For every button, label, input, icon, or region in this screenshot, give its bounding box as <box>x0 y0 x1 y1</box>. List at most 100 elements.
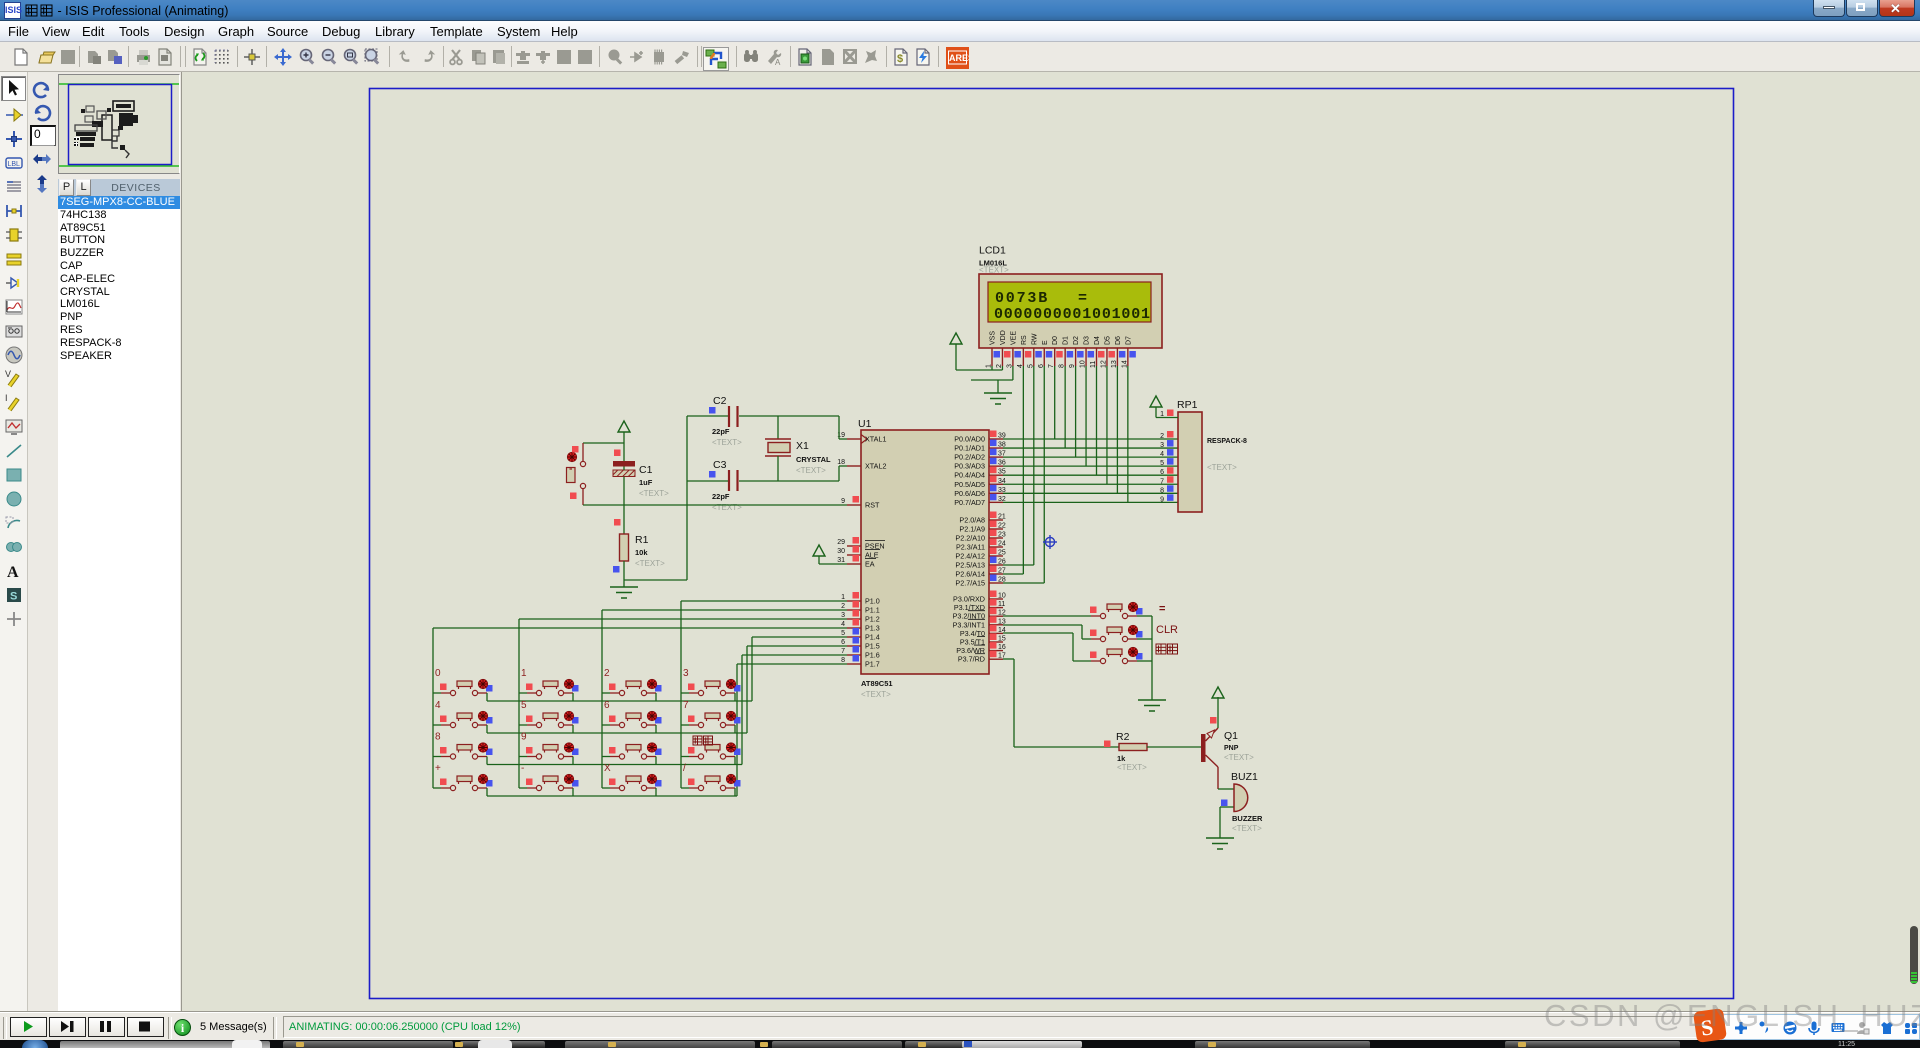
svg-text:32: 32 <box>998 496 1006 503</box>
svg-text:1: 1 <box>841 594 845 601</box>
svg-text:C1: C1 <box>639 464 653 476</box>
svg-text:P1.1: P1.1 <box>865 606 880 615</box>
svg-text:<TEXT>: <TEXT> <box>1224 753 1254 762</box>
svg-text:9: 9 <box>521 732 527 743</box>
svg-text:0073B: 0073B <box>995 290 1049 307</box>
svg-text:15: 15 <box>998 636 1006 643</box>
svg-text:8: 8 <box>841 657 845 664</box>
svg-text:2: 2 <box>1160 433 1164 440</box>
svg-text:D3: D3 <box>1084 336 1091 345</box>
svg-text:C3: C3 <box>713 459 727 471</box>
svg-text:3: 3 <box>1160 442 1164 449</box>
svg-text:P2.3/A11: P2.3/A11 <box>956 543 985 552</box>
svg-text:V: V <box>5 369 11 379</box>
svg-text:P2.4/A12: P2.4/A12 <box>955 552 985 561</box>
svg-text:RW: RW <box>1031 333 1038 345</box>
svg-text:P0.6/AD6: P0.6/AD6 <box>954 489 985 498</box>
svg-text:X1: X1 <box>796 440 809 452</box>
svg-text:1k: 1k <box>1117 754 1126 763</box>
svg-text:36: 36 <box>998 460 1006 467</box>
svg-text:<TEXT>: <TEXT> <box>979 266 1009 275</box>
svg-text:<TEXT>: <TEXT> <box>639 489 669 498</box>
svg-text:<TEXT>: <TEXT> <box>712 438 742 447</box>
svg-text:<TEXT>: <TEXT> <box>796 466 826 475</box>
svg-text:D1: D1 <box>1063 336 1070 345</box>
svg-text:CRYSTAL: CRYSTAL <box>796 455 831 464</box>
svg-text:D7: D7 <box>1125 336 1132 345</box>
svg-text:P1.3: P1.3 <box>865 624 880 633</box>
svg-text:35: 35 <box>998 469 1006 476</box>
svg-text:BUZ1: BUZ1 <box>1231 771 1258 783</box>
svg-text:XTAL2: XTAL2 <box>865 462 886 471</box>
svg-text:22pF: 22pF <box>712 492 730 501</box>
svg-text:R2: R2 <box>1116 731 1130 743</box>
svg-text:9: 9 <box>1160 496 1164 503</box>
svg-text:39: 39 <box>998 433 1006 440</box>
svg-text:A: A <box>7 564 19 581</box>
svg-text:<TEXT>: <TEXT> <box>635 559 665 568</box>
svg-text:P2.1/A9: P2.1/A9 <box>959 525 985 534</box>
svg-text:P0.1/AD1: P0.1/AD1 <box>954 444 985 453</box>
svg-text:13: 13 <box>998 618 1006 625</box>
svg-text:P1.2: P1.2 <box>865 615 880 624</box>
svg-text:-: - <box>521 763 524 774</box>
svg-text:PNP: PNP <box>1224 745 1239 752</box>
svg-text:30: 30 <box>837 548 845 555</box>
svg-text:P1.0: P1.0 <box>865 597 880 606</box>
svg-text:D4: D4 <box>1094 336 1101 345</box>
svg-text:23: 23 <box>998 532 1006 539</box>
svg-text:=: = <box>1159 603 1165 615</box>
svg-text:P2.5/A13: P2.5/A13 <box>955 561 985 570</box>
svg-text:7: 7 <box>1160 478 1164 485</box>
svg-text:<TEXT>: <TEXT> <box>1117 763 1147 772</box>
svg-text:8: 8 <box>435 732 441 743</box>
svg-text:27: 27 <box>998 568 1006 575</box>
svg-text:4: 4 <box>1160 451 1164 458</box>
svg-text:34: 34 <box>998 478 1006 485</box>
svg-text:24: 24 <box>998 541 1006 548</box>
svg-text:VSS: VSS <box>990 331 997 345</box>
svg-text:/: / <box>683 763 686 774</box>
svg-text:5: 5 <box>841 630 845 637</box>
svg-text:5: 5 <box>1160 460 1164 467</box>
svg-text:C2: C2 <box>713 395 727 407</box>
svg-text:Q1: Q1 <box>1224 730 1238 742</box>
svg-text:22: 22 <box>998 523 1006 530</box>
svg-text:3: 3 <box>683 668 689 679</box>
svg-text:P0.2/AD2: P0.2/AD2 <box>954 453 985 462</box>
svg-text:=: = <box>1078 290 1087 307</box>
svg-text:I: I <box>5 393 8 403</box>
svg-text:E: E <box>1042 340 1049 345</box>
svg-text:33: 33 <box>998 487 1006 494</box>
svg-text:EA: EA <box>865 560 875 569</box>
svg-text:P2.6/A14: P2.6/A14 <box>955 570 985 579</box>
svg-text:37: 37 <box>998 451 1006 458</box>
svg-text:11: 11 <box>998 601 1005 608</box>
svg-text:29: 29 <box>837 539 845 546</box>
svg-text:CLR: CLR <box>1156 624 1178 636</box>
svg-text:P0.3/AD3: P0.3/AD3 <box>954 462 985 471</box>
svg-text:28: 28 <box>998 577 1006 584</box>
svg-text:16: 16 <box>998 644 1006 651</box>
svg-text:4: 4 <box>435 700 441 711</box>
svg-text:VDD: VDD <box>1000 330 1007 345</box>
svg-text:P2.7/A15: P2.7/A15 <box>955 579 985 588</box>
svg-text:A: A <box>775 58 781 67</box>
svg-text:<TEXT>: <TEXT> <box>1232 824 1262 833</box>
svg-text:18: 18 <box>837 459 845 466</box>
svg-text:P0.4/AD4: P0.4/AD4 <box>954 471 985 480</box>
svg-text:25: 25 <box>998 550 1006 557</box>
svg-text:X: X <box>604 763 611 774</box>
svg-text:2: 2 <box>604 668 610 679</box>
svg-text:P2.0/A8: P2.0/A8 <box>959 516 985 525</box>
svg-text:BUZZER: BUZZER <box>1232 814 1263 823</box>
svg-text:LCD1: LCD1 <box>979 245 1006 257</box>
svg-text:P1.6: P1.6 <box>865 651 880 660</box>
svg-text:P1.4: P1.4 <box>865 633 880 642</box>
svg-text:P2.2/A10: P2.2/A10 <box>955 534 985 543</box>
svg-text:P0.0/AD0: P0.0/AD0 <box>954 435 985 444</box>
svg-text:P1.5: P1.5 <box>865 642 880 651</box>
svg-text:6: 6 <box>841 639 845 646</box>
svg-text:4: 4 <box>841 621 845 628</box>
svg-text:U1: U1 <box>858 418 872 430</box>
